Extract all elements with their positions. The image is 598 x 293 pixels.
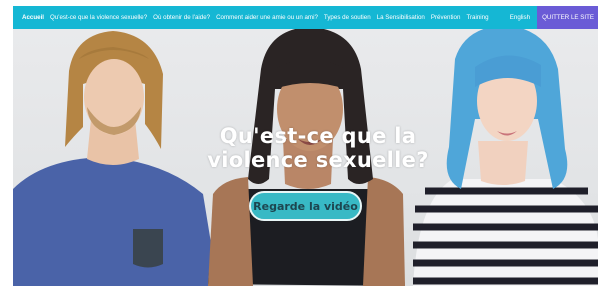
page-frame: Accueil Qu'est-ce que la violence sexuel…	[13, 6, 598, 286]
hero-headline-line1: Qu'est-ce que la	[219, 124, 417, 148]
nav-item-help-a-friend[interactable]: Comment aider une amie ou un ami?	[216, 14, 318, 21]
nav-item-awareness[interactable]: La Sensibilisation	[377, 14, 425, 21]
nav-item-training[interactable]: Training	[466, 14, 488, 21]
top-navigation: Accueil Qu'est-ce que la violence sexuel…	[13, 6, 598, 29]
nav-item-where-to-get-help[interactable]: Où obtenir de l'aide?	[153, 14, 210, 21]
nav-item-what-is-sexual-violence[interactable]: Qu'est-ce que la violence sexuelle?	[50, 14, 147, 21]
hero-headline-line2: violence sexuelle?	[207, 148, 429, 172]
language-toggle[interactable]: English	[510, 14, 530, 21]
quit-site-button[interactable]: QUITTER LE SITE	[537, 6, 598, 29]
nav-right: English QUITTER LE SITE	[510, 6, 598, 29]
nav-item-prevention[interactable]: Prévention	[431, 14, 461, 21]
nav-item-home[interactable]: Accueil	[22, 14, 44, 21]
hero-headline: Qu'est-ce que la violence sexuelle?	[163, 124, 473, 172]
nav-links: Accueil Qu'est-ce que la violence sexuel…	[13, 6, 495, 29]
hero-video-banner: Qu'est-ce que la violence sexuelle? Rega…	[13, 29, 598, 286]
nav-item-types-of-support[interactable]: Types de soutien	[324, 14, 371, 21]
watch-video-button[interactable]: Regarde la vidéo	[249, 191, 362, 221]
